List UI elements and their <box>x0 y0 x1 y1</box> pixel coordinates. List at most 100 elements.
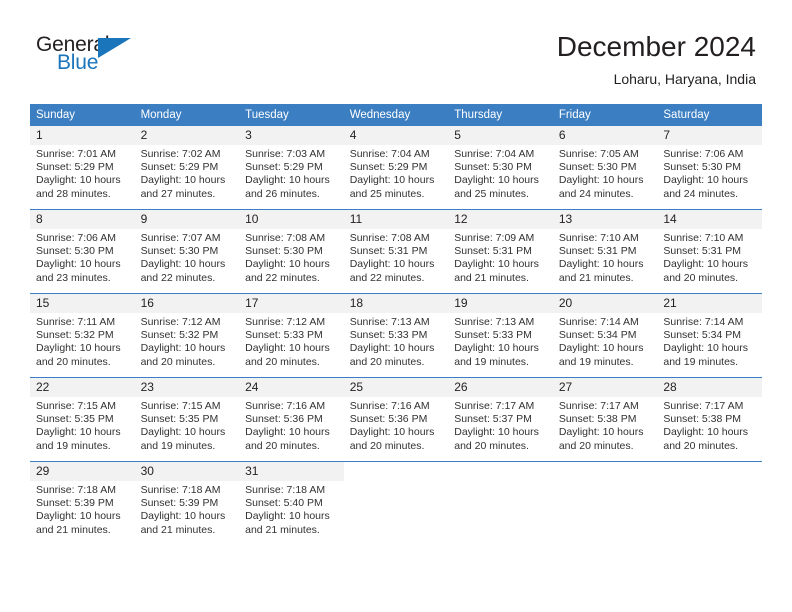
sunrise-text: Sunrise: 7:02 AM <box>140 148 221 160</box>
daylight-text-line1: Daylight: 10 hours <box>454 426 539 439</box>
calendar-week-row: 8 Sunrise: 7:06 AM Sunset: 5:30 PM Daylight… <box>30 209 762 294</box>
daylight-text-line1: Daylight: 10 hours <box>140 258 226 271</box>
sunrise-text: Sunrise: 7:16 AM <box>245 400 326 412</box>
weekday-header-thursday: Thursday <box>448 104 553 126</box>
sunset-text: Sunset: 5:29 PM <box>36 161 114 174</box>
calendar-day-cell[interactable]: 14 Sunrise: 7:10 AM Sunset: 5:31 PM Dayligh… <box>657 209 762 294</box>
calendar-day-cell[interactable]: 8 Sunrise: 7:06 AM Sunset: 5:30 PM Daylight… <box>30 209 135 294</box>
calendar-day-cell[interactable]: 25 Sunrise: 7:16 AM Sunset: 5:36 PM Dayligh… <box>343 377 449 462</box>
daylight-text-line1: Daylight: 10 hours <box>349 426 435 439</box>
calendar-day-cell[interactable]: 3 Sunrise: 7:03 AM Sunset: 5:29 PM Daylight… <box>239 126 344 210</box>
day-details: Sunrise: 7:15 AM Sunset: 5:35 PM Daylight:… <box>135 397 240 453</box>
day-number: 3 <box>239 126 344 145</box>
day-number: 18 <box>343 294 449 313</box>
sunrise-text: Sunrise: 7:07 AM <box>140 232 221 244</box>
weekday-header-tuesday: Tuesday <box>239 104 344 126</box>
day-details: Sunrise: 7:16 AM Sunset: 5:36 PM Daylight:… <box>239 397 344 453</box>
sunset-text: Sunset: 5:40 PM <box>245 497 323 510</box>
sunset-text: Sunset: 5:30 PM <box>454 161 532 174</box>
sunrise-text: Sunrise: 7:12 AM <box>140 316 221 328</box>
daylight-text-line2: and 20 minutes. <box>663 439 739 452</box>
day-details: Sunrise: 7:07 AM Sunset: 5:30 PM Daylight:… <box>135 229 240 285</box>
sunrise-text: Sunrise: 7:10 AM <box>663 232 744 244</box>
calendar-day-cell[interactable]: 26 Sunrise: 7:17 AM Sunset: 5:37 PM Dayligh… <box>448 377 553 462</box>
daylight-text-line1: Daylight: 10 hours <box>558 342 644 355</box>
daylight-text-line2: and 20 minutes. <box>140 355 216 368</box>
calendar-day-cell[interactable]: 29 Sunrise: 7:18 AM Sunset: 5:39 PM Dayligh… <box>30 461 135 545</box>
day-number: 30 <box>134 462 240 481</box>
calendar-day-cell[interactable]: 17 Sunrise: 7:12 AM Sunset: 5:33 PM Dayligh… <box>239 293 344 378</box>
daylight-text-line2: and 24 minutes. <box>558 187 634 200</box>
sunrise-text: Sunrise: 7:04 AM <box>454 148 535 160</box>
sunset-text: Sunset: 5:30 PM <box>663 161 742 174</box>
sunrise-text: Sunrise: 7:15 AM <box>140 400 221 412</box>
calendar-day-cell[interactable]: 27 Sunrise: 7:17 AM Sunset: 5:38 PM Dayligh… <box>552 377 658 462</box>
day-number <box>553 462 658 481</box>
calendar-day-cell[interactable]: 16 Sunrise: 7:12 AM Sunset: 5:32 PM Dayligh… <box>134 293 240 378</box>
calendar-day-cell[interactable]: 19 Sunrise: 7:13 AM Sunset: 5:33 PM Dayligh… <box>448 293 553 378</box>
daylight-text-line1: Daylight: 10 hours <box>454 258 539 271</box>
weekday-header-wednesday: Wednesday <box>343 104 449 126</box>
weekday-header-sunday: Sunday <box>30 104 135 126</box>
page-header: General Blue December 2024 Loharu, Harya… <box>0 0 792 100</box>
daylight-text-line1: Daylight: 10 hours <box>140 342 226 355</box>
calendar-day-cell[interactable]: 13 Sunrise: 7:10 AM Sunset: 5:31 PM Dayligh… <box>552 209 658 294</box>
calendar-day-cell[interactable]: 23 Sunrise: 7:15 AM Sunset: 5:35 PM Dayligh… <box>134 377 240 462</box>
sunrise-text: Sunrise: 7:04 AM <box>349 148 430 160</box>
sunset-text: Sunset: 5:32 PM <box>140 329 219 342</box>
sunset-text: Sunset: 5:33 PM <box>454 329 532 342</box>
sunrise-text: Sunrise: 7:16 AM <box>349 400 430 412</box>
calendar-day-cell[interactable]: 20 Sunrise: 7:14 AM Sunset: 5:34 PM Dayligh… <box>552 293 658 378</box>
calendar-body: 1 Sunrise: 7:01 AM Sunset: 5:29 PM Daylight… <box>30 126 762 545</box>
daylight-text-line2: and 19 minutes. <box>140 439 216 452</box>
daylight-text-line2: and 19 minutes. <box>36 439 111 452</box>
calendar-day-cell[interactable]: 11 Sunrise: 7:08 AM Sunset: 5:31 PM Dayligh… <box>343 209 449 294</box>
calendar-day-cell[interactable]: 10 Sunrise: 7:08 AM Sunset: 5:30 PM Dayligh… <box>239 209 344 294</box>
sunrise-text: Sunrise: 7:14 AM <box>558 316 639 328</box>
day-number: 25 <box>343 378 449 397</box>
sunset-text: Sunset: 5:31 PM <box>663 245 742 258</box>
calendar-day-cell[interactable]: 6 Sunrise: 7:05 AM Sunset: 5:30 PM Daylight… <box>552 126 658 210</box>
calendar-day-cell[interactable]: 28 Sunrise: 7:17 AM Sunset: 5:38 PM Dayligh… <box>657 377 762 462</box>
calendar-day-cell-empty <box>657 461 762 545</box>
calendar-day-cell[interactable]: 12 Sunrise: 7:09 AM Sunset: 5:31 PM Dayligh… <box>448 209 553 294</box>
sunset-text: Sunset: 5:30 PM <box>558 161 637 174</box>
day-number: 7 <box>657 126 762 145</box>
daylight-text-line1: Daylight: 10 hours <box>454 342 539 355</box>
sunrise-text: Sunrise: 7:17 AM <box>558 400 639 412</box>
day-number <box>448 462 553 481</box>
daylight-text-line2: and 19 minutes. <box>558 355 634 368</box>
calendar-day-cell[interactable]: 30 Sunrise: 7:18 AM Sunset: 5:39 PM Dayligh… <box>134 461 240 545</box>
day-number: 23 <box>134 378 240 397</box>
daylight-text-line2: and 21 minutes. <box>454 271 529 284</box>
calendar-day-cell[interactable]: 21 Sunrise: 7:14 AM Sunset: 5:34 PM Dayligh… <box>657 293 762 378</box>
sunrise-text: Sunrise: 7:18 AM <box>245 484 326 496</box>
calendar-day-cell[interactable]: 24 Sunrise: 7:16 AM Sunset: 5:36 PM Dayligh… <box>239 377 344 462</box>
calendar-day-cell[interactable]: 5 Sunrise: 7:04 AM Sunset: 5:30 PM Daylight… <box>448 126 553 210</box>
general-blue-logo[interactable]: General Blue <box>36 34 156 82</box>
calendar-day-cell[interactable]: 4 Sunrise: 7:04 AM Sunset: 5:29 PM Daylight… <box>343 126 449 210</box>
calendar-week-row: 1 Sunrise: 7:01 AM Sunset: 5:29 PM Daylight… <box>30 126 762 210</box>
daylight-text-line2: and 23 minutes. <box>36 271 111 284</box>
daylight-text-line1: Daylight: 10 hours <box>140 174 226 187</box>
sunrise-text: Sunrise: 7:05 AM <box>558 148 639 160</box>
daylight-text-line1: Daylight: 10 hours <box>558 174 644 187</box>
calendar-day-cell[interactable]: 18 Sunrise: 7:13 AM Sunset: 5:33 PM Dayligh… <box>343 293 449 378</box>
calendar-day-cell[interactable]: 31 Sunrise: 7:18 AM Sunset: 5:40 PM Dayligh… <box>239 461 344 545</box>
daylight-text-line1: Daylight: 10 hours <box>663 426 749 439</box>
sunset-text: Sunset: 5:37 PM <box>454 413 532 426</box>
sunset-text: Sunset: 5:31 PM <box>349 245 428 258</box>
sunset-text: Sunset: 5:35 PM <box>140 413 219 426</box>
calendar-day-cell[interactable]: 1 Sunrise: 7:01 AM Sunset: 5:29 PM Daylight… <box>30 126 135 210</box>
day-number: 10 <box>239 210 344 229</box>
calendar-day-cell[interactable]: 2 Sunrise: 7:02 AM Sunset: 5:29 PM Daylight… <box>134 126 240 210</box>
calendar-day-cell[interactable]: 15 Sunrise: 7:11 AM Sunset: 5:32 PM Dayligh… <box>30 293 135 378</box>
calendar-day-cell[interactable]: 9 Sunrise: 7:07 AM Sunset: 5:30 PM Daylight… <box>134 209 240 294</box>
sunrise-text: Sunrise: 7:10 AM <box>558 232 639 244</box>
daylight-text-line2: and 20 minutes. <box>349 439 425 452</box>
calendar-day-cell[interactable]: 7 Sunrise: 7:06 AM Sunset: 5:30 PM Daylight… <box>657 126 762 210</box>
calendar-day-cell[interactable]: 22 Sunrise: 7:15 AM Sunset: 5:35 PM Dayligh… <box>30 377 135 462</box>
daylight-text-line2: and 21 minutes. <box>245 523 320 536</box>
triangle-flag-icon <box>98 38 131 58</box>
day-number: 22 <box>30 378 135 397</box>
